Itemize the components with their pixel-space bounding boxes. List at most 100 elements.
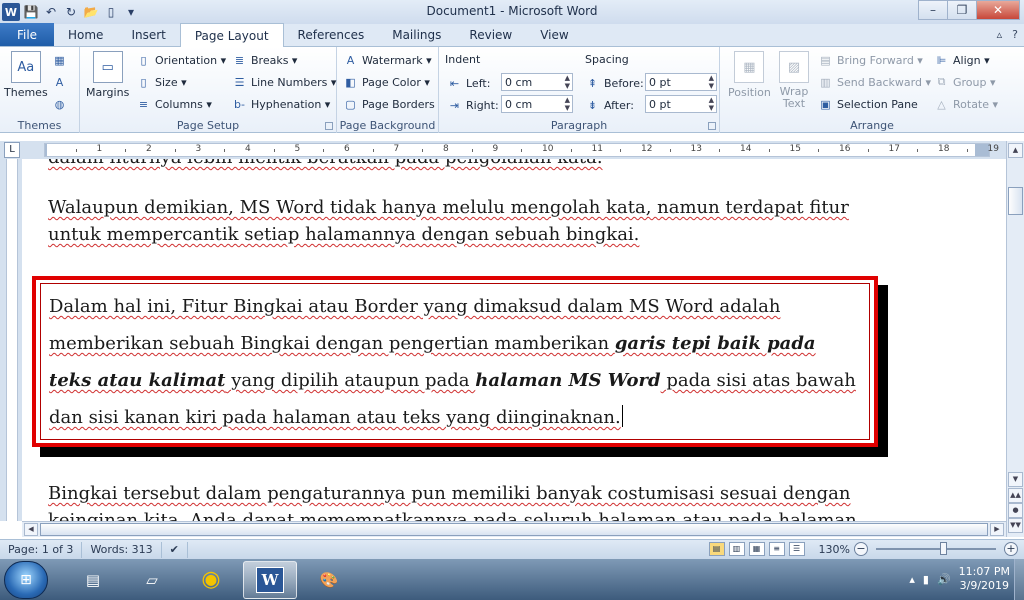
outline-icon[interactable]: ≡ [768, 542, 785, 556]
group-button[interactable]: ⧉ Group ▾ [934, 75, 996, 89]
scroll-left-icon[interactable]: ◀ [24, 523, 38, 536]
wrap-text-button[interactable]: ▨ Wrap Text [776, 51, 812, 110]
group-paragraph: Indent ⇤ Left: 0 cm ▲ ▼ ⇥ Right: 0 cm ▲ ▼ Spac… [439, 47, 720, 133]
spin-arrows-icon[interactable]: ▲ ▼ [565, 74, 570, 90]
help-icon[interactable]: ? [1012, 28, 1018, 41]
horizontal-ruler[interactable]: 1 2 3 4 5 6 7 8 9 10 11 12 13 14 15 16 17 18 19 [44, 143, 999, 157]
taskbar-winrar-icon[interactable]: ▤ [66, 561, 120, 599]
indent-left-input[interactable]: 0 cm ▲ ▼ [501, 73, 573, 91]
web-layout-icon[interactable]: ▦ [748, 542, 765, 556]
clock[interactable]: 11:07 PM 3/9/2019 [959, 565, 1010, 593]
close-button[interactable]: ✕ [976, 0, 1020, 20]
line-numbers-button[interactable]: ☰ Line Numbers ▾ [232, 75, 337, 89]
page-borders-button[interactable]: ▢ Page Borders [343, 97, 434, 111]
tab-references[interactable]: References [284, 23, 379, 46]
theme-effects-button[interactable]: ◍ [52, 97, 67, 111]
vertical-scroll-thumb[interactable] [1008, 187, 1023, 215]
hyphenation-button[interactable]: b- Hyphenation ▾ [232, 97, 330, 111]
redo-icon[interactable]: ↻ [62, 3, 80, 21]
paragraph-launcher[interactable] [708, 122, 716, 130]
scroll-down-icon[interactable]: ▼ [1008, 472, 1023, 487]
send-backward-button[interactable]: ▥ Send Backward ▾ [818, 75, 931, 89]
previous-page-icon[interactable]: ▲▲ [1008, 488, 1023, 503]
tab-view[interactable]: View [526, 23, 582, 46]
align-button[interactable]: ⊫ Align ▾ [934, 53, 990, 67]
page-color-button[interactable]: ◧ Page Color ▾ [343, 75, 430, 89]
new-document-icon[interactable]: ▯ [102, 3, 120, 21]
spacing-after-input[interactable]: 0 pt ▲ ▼ [645, 95, 717, 113]
vertical-ruler[interactable] [0, 159, 22, 521]
indent-right-input[interactable]: 0 cm ▲ ▼ [501, 95, 573, 113]
spin-arrows-icon[interactable]: ▲ ▼ [565, 96, 570, 112]
bring-forward-button[interactable]: ▤ Bring Forward ▾ [818, 53, 923, 67]
document-page[interactable]: dalam fiturnya lebih melitik beratkan pa… [22, 159, 1006, 521]
open-icon[interactable]: 📂 [82, 3, 100, 21]
network-icon[interactable]: ▮ [923, 573, 929, 586]
scroll-up-icon[interactable]: ▲ [1008, 143, 1023, 158]
zoom-level[interactable]: 130% [819, 543, 850, 556]
start-button[interactable]: ⊞ [4, 560, 48, 599]
selection-pane-button[interactable]: ▣ Selection Pane [818, 97, 918, 111]
spin-arrows-icon[interactable]: ▲ ▼ [709, 74, 714, 90]
zoom-out-icon[interactable]: − [854, 542, 868, 556]
show-desktop-button[interactable] [1014, 559, 1024, 600]
orientation-button[interactable]: ▯ Orientation ▾ [136, 53, 226, 67]
undo-icon[interactable]: ↶ [42, 3, 60, 21]
watermark-button[interactable]: A Watermark ▾ [343, 53, 432, 67]
save-icon[interactable]: 💾 [22, 3, 40, 21]
theme-fonts-button[interactable]: A [52, 75, 67, 89]
rotate-button[interactable]: △ Rotate ▾ [934, 97, 998, 111]
tab-home[interactable]: Home [54, 23, 117, 46]
ruler-tick [570, 149, 572, 152]
volume-icon[interactable]: 🔊 [937, 573, 951, 586]
taskbar-chrome-icon[interactable]: ◉ [184, 561, 238, 599]
ruler-tick [818, 149, 820, 152]
bordered-paragraph[interactable]: Dalam hal ini, Fitur Bingkai atau Border… [40, 283, 870, 440]
spin-arrows-icon[interactable]: ▲ ▼ [709, 96, 714, 112]
page-setup-launcher[interactable] [325, 122, 333, 130]
breaks-button[interactable]: ≣ Breaks ▾ [232, 53, 298, 67]
themes-button[interactable]: Aa Themes [4, 51, 48, 99]
tab-page-layout[interactable]: Page Layout [179, 23, 284, 47]
group-page-setup: ▭ Margins ▯ Orientation ▾ ▯ Size ▾ ≡ Column… [80, 47, 337, 133]
tab-mailings[interactable]: Mailings [378, 23, 455, 46]
tab-selector[interactable]: L [4, 142, 20, 158]
draft-icon[interactable]: ☰ [788, 542, 805, 556]
show-hidden-icons-icon[interactable]: ▴ [909, 573, 915, 586]
ruler-tick [966, 149, 968, 152]
taskbar-notepad-icon[interactable]: ▱ [125, 561, 179, 599]
minimize-ribbon-icon[interactable]: ▵ [997, 28, 1003, 41]
horizontal-scrollbar[interactable]: ◀ ▶ [22, 521, 1006, 537]
zoom-slider-thumb[interactable] [940, 542, 947, 555]
taskbar: ⊞ ▤ ▱ ◉ W 🎨 ▴ ▮ 🔊 11:07 PM 3/9/2019 [0, 559, 1024, 600]
tab-insert[interactable]: Insert [117, 23, 179, 46]
horizontal-scroll-thumb[interactable] [40, 523, 988, 536]
vertical-scrollbar[interactable]: ▲ ▼ ▲▲ ● ▼▼ [1006, 141, 1024, 537]
zoom-slider[interactable] [876, 542, 996, 555]
browse-object-icon[interactable]: ● [1008, 503, 1023, 518]
margins-button[interactable]: ▭ Margins [86, 51, 129, 99]
taskbar-word-button[interactable]: W [243, 560, 297, 599]
theme-colors-button[interactable]: ▦ [52, 53, 67, 67]
minimize-button[interactable]: – [918, 0, 948, 20]
zoom-in-icon[interactable]: + [1004, 542, 1018, 556]
taskbar-paint-icon[interactable]: 🎨 [302, 561, 356, 599]
customize-qat-icon[interactable]: ▾ [122, 3, 140, 21]
size-button[interactable]: ▯ Size ▾ [136, 75, 186, 89]
print-layout-icon[interactable]: ▤ [708, 542, 725, 556]
restore-button[interactable]: ❐ [947, 0, 977, 20]
tab-review[interactable]: Review [455, 23, 526, 46]
word-count[interactable]: Words: 313 [82, 541, 162, 558]
columns-button[interactable]: ≡ Columns ▾ [136, 97, 212, 111]
position-button[interactable]: ▦ Position [728, 51, 771, 99]
scroll-right-icon[interactable]: ▶ [990, 523, 1004, 536]
tab-file[interactable]: File [0, 23, 54, 46]
page-count[interactable]: Page: 1 of 3 [0, 541, 83, 558]
next-page-icon[interactable]: ▼▼ [1008, 518, 1023, 533]
proofing-icon[interactable]: ✔ [162, 541, 188, 558]
spacing-before-input[interactable]: 0 pt ▲ ▼ [645, 73, 717, 91]
group-arrange: ▦ Position ▨ Wrap Text ▤ Bring Forward ▾ … [720, 47, 1024, 133]
full-screen-reading-icon[interactable]: ▥ [728, 542, 745, 556]
word-app-icon[interactable]: W [2, 3, 20, 21]
ruler-number: 16 [839, 144, 851, 154]
